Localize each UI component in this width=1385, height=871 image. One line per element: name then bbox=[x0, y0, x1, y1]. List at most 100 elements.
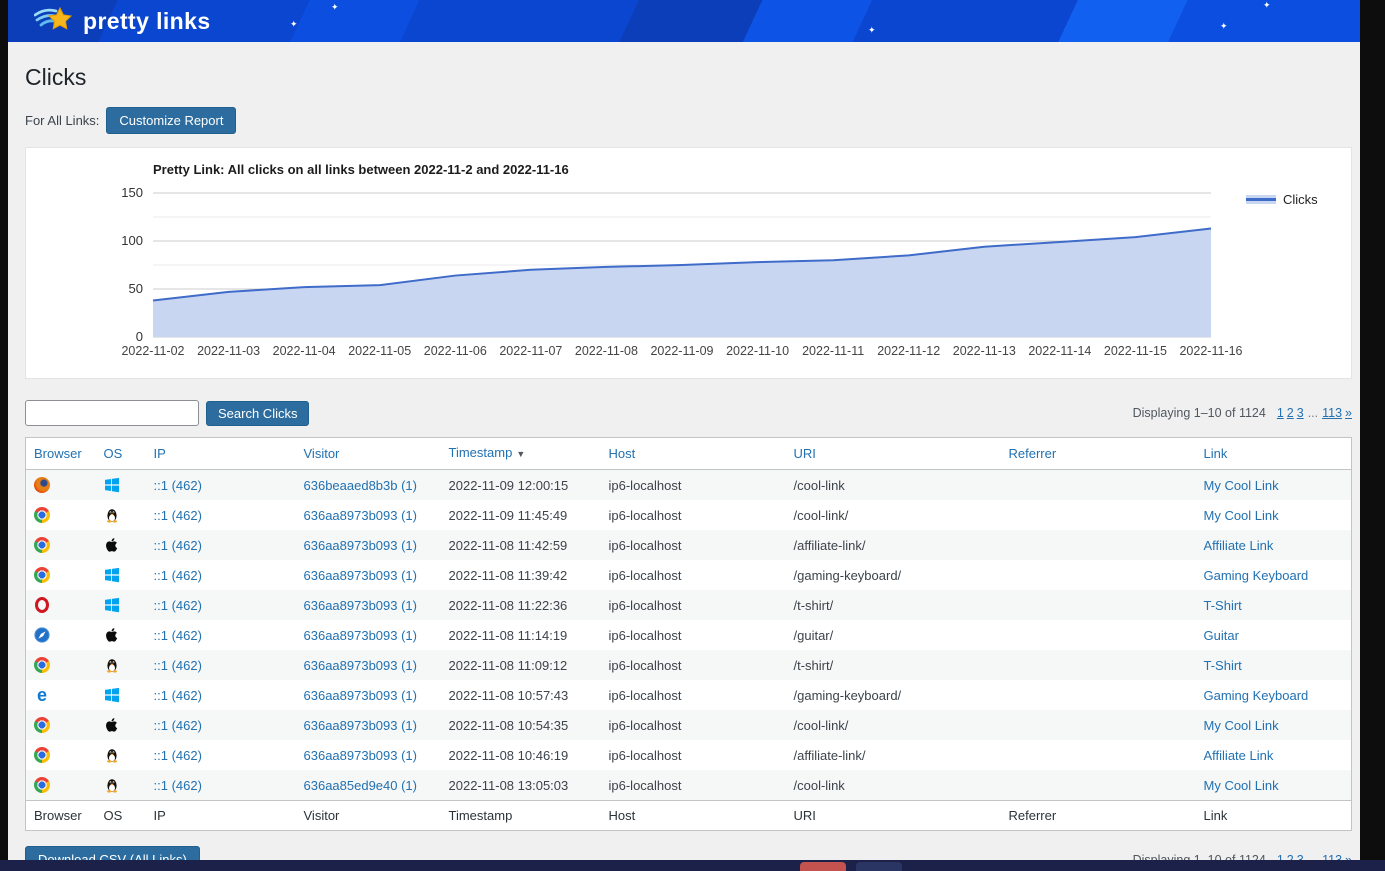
visitor-link[interactable]: 636aa8973b093 (1) bbox=[304, 628, 418, 643]
timestamp-value: 2022-11-08 11:42:59 bbox=[449, 538, 568, 553]
visitor-link[interactable]: 636aa8973b093 (1) bbox=[304, 508, 418, 523]
sort-desc-icon: ▼ bbox=[516, 449, 525, 459]
ip-link[interactable]: ::1 (462) bbox=[154, 688, 202, 703]
uri-value: /t-shirt/ bbox=[794, 598, 834, 613]
footer-column-referrer: Referrer bbox=[1001, 801, 1196, 831]
ip-link[interactable]: ::1 (462) bbox=[154, 718, 202, 733]
svg-text:0: 0 bbox=[136, 329, 143, 344]
column-header-timestamp[interactable]: Timestamp bbox=[449, 445, 513, 460]
visitor-link[interactable]: 636aa8973b093 (1) bbox=[304, 718, 418, 733]
svg-text:50: 50 bbox=[129, 281, 143, 296]
uri-value: /t-shirt/ bbox=[794, 658, 834, 673]
chrome-icon bbox=[34, 567, 88, 583]
ip-link[interactable]: ::1 (462) bbox=[154, 658, 202, 673]
linux-icon bbox=[104, 777, 138, 793]
svg-text:2022-11-16: 2022-11-16 bbox=[1179, 344, 1242, 358]
edge-icon: e bbox=[34, 687, 88, 703]
pretty-link-link[interactable]: My Cool Link bbox=[1204, 718, 1279, 733]
ip-link[interactable]: ::1 (462) bbox=[154, 478, 202, 493]
taskbar-item bbox=[800, 862, 846, 871]
visitor-link[interactable]: 636aa8973b093 (1) bbox=[304, 538, 418, 553]
column-header-host[interactable]: Host bbox=[609, 446, 636, 461]
column-header-uri[interactable]: URI bbox=[794, 446, 816, 461]
column-header-browser[interactable]: Browser bbox=[34, 446, 82, 461]
taskbar-item bbox=[856, 862, 902, 871]
table-row: ::1 (462)636aa8973b093 (1)2022-11-08 10:… bbox=[26, 740, 1352, 770]
svg-text:2022-11-14: 2022-11-14 bbox=[1028, 344, 1091, 358]
apple-icon bbox=[104, 717, 138, 733]
sparkle-icon: ✦ bbox=[868, 26, 876, 35]
admin-page: ✦ ✦ ✦ ✦ ✦ pretty links Clicks For All Li… bbox=[8, 0, 1360, 871]
sparkle-icon: ✦ bbox=[1220, 22, 1228, 31]
footer-column-browser: Browser bbox=[26, 801, 96, 831]
timestamp-value: 2022-11-08 10:57:43 bbox=[449, 688, 569, 703]
svg-text:2022-11-03: 2022-11-03 bbox=[197, 344, 260, 358]
host-value: ip6-localhost bbox=[609, 538, 682, 553]
ip-link[interactable]: ::1 (462) bbox=[154, 508, 202, 523]
sparkle-icon: ✦ bbox=[1263, 1, 1271, 10]
clicks-table: BrowserOSIPVisitorTimestamp▼HostURIRefer… bbox=[25, 437, 1352, 831]
footer-column-visitor: Visitor bbox=[296, 801, 441, 831]
chart-title: Pretty Link: All clicks on all links bet… bbox=[153, 162, 569, 177]
table-row: ::1 (462) 636beaaed8b3b (1) 2022-11-09 12:… bbox=[26, 470, 1352, 501]
visitor-link[interactable]: 636aa8973b093 (1) bbox=[304, 598, 418, 613]
visitor-link[interactable]: 636aa8973b093 (1) bbox=[304, 658, 418, 673]
pretty-link-link[interactable]: T-Shirt bbox=[1204, 598, 1242, 613]
search-clicks-button[interactable]: Search Clicks bbox=[206, 401, 309, 426]
column-header-ip[interactable]: IP bbox=[154, 446, 166, 461]
ip-link[interactable]: ::1 (462) bbox=[154, 538, 202, 553]
pretty-link-link[interactable]: Affiliate Link bbox=[1204, 538, 1274, 553]
pretty-link-link[interactable]: Gaming Keyboard bbox=[1204, 568, 1309, 583]
visitor-link[interactable]: 636aa8973b093 (1) bbox=[304, 688, 418, 703]
column-header-referrer[interactable]: Referrer bbox=[1009, 446, 1057, 461]
visitor-link[interactable]: 636aa8973b093 (1) bbox=[304, 568, 418, 583]
visitor-link[interactable]: 636aa8973b093 (1) bbox=[304, 748, 418, 763]
uri-value: /affiliate-link/ bbox=[794, 538, 866, 553]
host-value: ip6-localhost bbox=[609, 508, 682, 523]
host-value: ip6-localhost bbox=[609, 478, 682, 493]
pretty-link-link[interactable]: My Cool Link bbox=[1204, 778, 1279, 793]
customize-report-button[interactable]: Customize Report bbox=[106, 107, 236, 134]
uri-value: /guitar/ bbox=[794, 628, 834, 643]
pretty-link-link[interactable]: My Cool Link bbox=[1204, 478, 1279, 493]
table-row: ::1 (462) 636aa8973b093 (1) 2022-11-08 11:… bbox=[26, 530, 1352, 560]
windows-icon bbox=[104, 567, 138, 583]
pretty-link-link[interactable]: Gaming Keyboard bbox=[1204, 688, 1309, 703]
windows-icon bbox=[104, 597, 138, 613]
visitor-link[interactable]: 636beaaed8b3b (1) bbox=[304, 478, 418, 493]
ip-link[interactable]: ::1 (462) bbox=[154, 628, 202, 643]
next-page-link[interactable]: » bbox=[1345, 406, 1352, 420]
ip-link[interactable]: ::1 (462) bbox=[154, 598, 202, 613]
column-header-visitor[interactable]: Visitor bbox=[304, 446, 340, 461]
host-value: ip6-localhost bbox=[609, 568, 682, 583]
pretty-link-link[interactable]: Affiliate Link bbox=[1204, 748, 1274, 763]
pretty-link-link[interactable]: Guitar bbox=[1204, 628, 1239, 643]
page-link-113[interactable]: 113 bbox=[1322, 406, 1342, 420]
page-title: Clicks bbox=[25, 63, 1352, 91]
column-header-os[interactable]: OS bbox=[104, 446, 123, 461]
clicks-series-swatch bbox=[1246, 195, 1276, 204]
page-link-3[interactable]: 3 bbox=[1297, 406, 1304, 420]
table-footer: BrowserOSIPVisitorTimestampHostURIReferr… bbox=[26, 801, 1352, 831]
page-link-1[interactable]: 1 bbox=[1277, 406, 1284, 420]
column-header-link[interactable]: Link bbox=[1204, 446, 1228, 461]
footer-column-os: OS bbox=[96, 801, 146, 831]
timestamp-value: 2022-11-08 13:05:03 bbox=[449, 778, 569, 793]
legend-label: Clicks bbox=[1283, 192, 1318, 207]
linux-icon bbox=[104, 747, 138, 763]
timestamp-value: 2022-11-09 12:00:15 bbox=[449, 478, 569, 493]
search-input[interactable] bbox=[25, 400, 199, 426]
visitor-link[interactable]: 636aa85ed9e40 (1) bbox=[304, 778, 418, 793]
pretty-link-link[interactable]: T-Shirt bbox=[1204, 658, 1242, 673]
page-link-2[interactable]: 2 bbox=[1287, 406, 1294, 420]
timestamp-value: 2022-11-08 11:09:12 bbox=[449, 658, 568, 673]
timestamp-value: 2022-11-08 11:39:42 bbox=[449, 568, 568, 583]
pretty-link-link[interactable]: My Cool Link bbox=[1204, 508, 1279, 523]
ip-link[interactable]: ::1 (462) bbox=[154, 748, 202, 763]
ip-link[interactable]: ::1 (462) bbox=[154, 568, 202, 583]
ip-link[interactable]: ::1 (462) bbox=[154, 778, 202, 793]
firefox-icon bbox=[34, 477, 88, 493]
svg-text:2022-11-02: 2022-11-02 bbox=[121, 344, 184, 358]
table-row: ::1 (462)636aa8973b093 (1)2022-11-08 11:… bbox=[26, 620, 1352, 650]
displaying-count: Displaying 1–10 of 1124 bbox=[1133, 406, 1266, 420]
